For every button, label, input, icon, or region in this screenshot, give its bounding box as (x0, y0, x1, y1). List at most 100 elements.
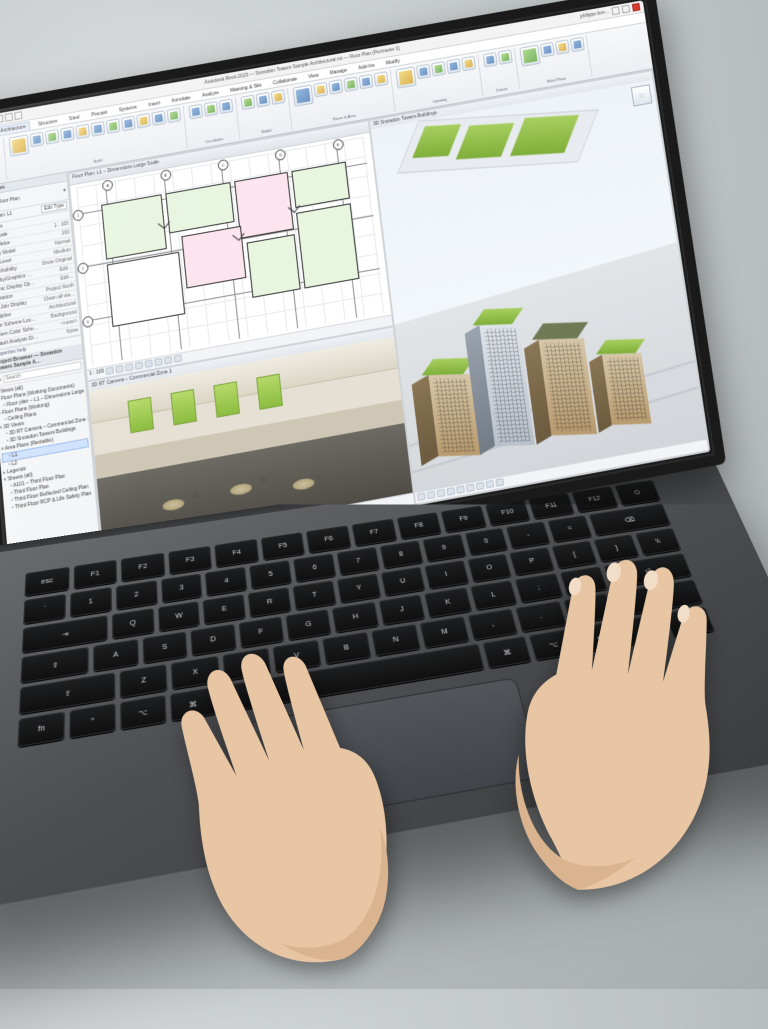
ribbon-button[interactable] (219, 98, 234, 114)
browser-item[interactable]: Third Floor RCP & Life Safety Plan (6, 490, 94, 513)
ribbon-button[interactable] (328, 79, 343, 95)
ribbon-button[interactable] (30, 132, 45, 148)
ribbon-button[interactable] (188, 104, 203, 120)
property-row[interactable]: System Color Sche…<none> (0, 317, 80, 342)
properties-grid[interactable]: GraphicsView Scale1 : 100Scale Value100D… (0, 211, 81, 351)
ribbon-tab[interactable]: Collaborate (270, 74, 301, 88)
view-control-bar[interactable]: 1 : 100 (87, 314, 393, 380)
edit-type-button[interactable]: Edit Type (41, 201, 67, 213)
ribbon-button[interactable] (313, 82, 328, 98)
ribbon-button[interactable] (374, 71, 389, 87)
property-row[interactable]: DisciplineArchitectural (0, 299, 78, 324)
ribbon-tab[interactable]: Add-Ins (355, 60, 378, 72)
3d-canvas[interactable]: ⬚ (371, 80, 707, 496)
browser-item[interactable]: Floor plan – L1 – Dimensions Large Scale (0, 388, 84, 411)
ribbon-button[interactable] (293, 85, 314, 107)
browser-folder[interactable]: Floor Plans (Working Documents) (0, 381, 84, 404)
project-browser-header[interactable]: Project Browser — Snowdon Towers Sample … (0, 344, 83, 375)
browser-folder[interactable]: Area Plans (Rentable) (1, 431, 88, 454)
ribbon-button[interactable] (416, 64, 431, 80)
ribbon-button[interactable] (483, 52, 498, 68)
ribbon-button[interactable] (151, 110, 166, 126)
ribbon-button[interactable] (359, 74, 374, 90)
ribbon-button[interactable] (555, 39, 570, 55)
ribbon-button[interactable] (136, 113, 151, 129)
ribbon-button[interactable] (106, 118, 121, 134)
browser-folder[interactable]: Views (all) (0, 374, 83, 397)
browser-item[interactable]: 3D RT Camera – Commercial Zone 1 (0, 417, 87, 440)
ribbon-button[interactable] (271, 89, 286, 105)
ribbon-button[interactable] (45, 129, 60, 145)
ribbon-tab[interactable]: Architecture (0, 121, 30, 135)
close-button[interactable] (632, 3, 641, 12)
ribbon-button[interactable] (540, 42, 555, 58)
browser-folder[interactable]: Floor Plans (Working) (0, 395, 85, 418)
ribbon-tab[interactable]: Insert (145, 98, 163, 110)
ribbon-tab[interactable]: Systems (115, 102, 140, 115)
ribbon-tab[interactable]: Structure (35, 116, 61, 129)
floor-plan-canvas[interactable]: A B C D E 1 2 3 (76, 137, 385, 365)
ribbon-button[interactable] (241, 95, 256, 111)
property-row[interactable]: Visibility/Graphics O…Edit… (0, 263, 75, 288)
browser-item[interactable]: L1 (2, 438, 89, 463)
ribbon-tab[interactable]: Precast (88, 107, 111, 119)
view-scale[interactable]: 1 : 100 (89, 368, 105, 379)
ribbon-tab[interactable]: Modify (382, 56, 403, 68)
property-row[interactable]: Default Analysis Di…None (0, 326, 81, 351)
ribbon-button[interactable] (395, 66, 416, 88)
browser-item[interactable]: Third Floor Reflected Ceiling Plan (5, 483, 92, 506)
ribbon-button[interactable] (75, 124, 90, 140)
ribbon-tab[interactable]: View (305, 70, 322, 81)
browser-item[interactable]: Ceiling Plans (0, 402, 85, 425)
type-selector[interactable]: Floor Plan (0, 188, 61, 205)
property-row[interactable]: Detail LevelMedium (0, 246, 73, 271)
ribbon-button[interactable] (256, 92, 271, 108)
ribbon-tab[interactable]: Manage (327, 65, 351, 78)
property-row[interactable]: Display ModelNormal (0, 237, 73, 262)
ribbon-button[interactable] (121, 116, 136, 132)
browser-item[interactable]: 3D Snowdon Towers Buildings (0, 424, 87, 447)
view-title[interactable]: 3D RT Camera – Commercial Zone 1 (88, 327, 394, 394)
property-row[interactable]: Parts VisibilityShow Original (0, 255, 74, 280)
properties-help-link[interactable]: Properties help (0, 335, 82, 360)
view-floor-plan[interactable]: Floor Plan: L1 – Dimensions Large Scale (69, 121, 392, 380)
browser-folder[interactable]: Sheets (all) (4, 461, 91, 484)
ribbon-button[interactable] (60, 126, 75, 142)
ribbon[interactable]: ModifyBuildCirculationModelRoom & AreaOp… (0, 23, 653, 188)
properties-panel-header[interactable]: Properties (0, 173, 67, 197)
property-row[interactable]: Graphics (0, 211, 70, 235)
ribbon-button[interactable] (204, 101, 219, 117)
ribbon-button[interactable] (9, 134, 30, 157)
minimize-button[interactable] (611, 6, 620, 15)
ribbon-button[interactable] (461, 56, 476, 72)
view-title[interactable]: 3D Snowdon Towers Buildings (370, 71, 653, 132)
ribbon-tab[interactable]: Massing & Site (227, 80, 265, 95)
ribbon-tab[interactable]: Steel (66, 112, 83, 124)
view-3d[interactable]: 3D Snowdon Towers Buildings (370, 71, 708, 503)
ribbon-button[interactable] (570, 37, 585, 53)
viewcube[interactable]: ⬚ (631, 84, 653, 106)
browser-item[interactable]: L2 (2, 447, 89, 470)
property-row[interactable]: Color Scheme Loc…Background (0, 308, 79, 333)
property-row[interactable]: OrientationProject North (0, 281, 77, 306)
ribbon-button[interactable] (91, 121, 106, 137)
property-row[interactable]: Wall Join DisplayClean all wa… (0, 290, 77, 315)
property-row[interactable]: Graphic Display Opt…Edit… (0, 272, 76, 297)
ribbon-button[interactable] (431, 61, 446, 77)
ribbon-button[interactable] (344, 77, 359, 93)
browser-folder[interactable]: Legends (3, 454, 90, 477)
browser-item[interactable]: A101 – Third Floor Plan (4, 469, 91, 492)
ribbon-tab[interactable]: Annotate (168, 93, 194, 106)
ribbon-tab[interactable]: Analyze (199, 88, 222, 101)
property-row[interactable]: Scale Value100 (0, 228, 72, 253)
chevron-down-icon[interactable]: ▾ (63, 188, 66, 194)
browser-folder[interactable]: 3D Views (0, 410, 86, 433)
ribbon-button[interactable] (167, 108, 182, 124)
project-browser-search[interactable] (3, 361, 82, 383)
view-title[interactable]: Floor Plan: L1 – Dimensions Large Scale (69, 121, 369, 185)
property-row[interactable]: View Scale1 : 100 (0, 219, 71, 244)
maximize-button[interactable] (622, 5, 631, 14)
qat[interactable] (0, 111, 22, 125)
ribbon-button[interactable] (446, 58, 461, 74)
browser-item[interactable]: Third Floor Plan (5, 476, 92, 499)
